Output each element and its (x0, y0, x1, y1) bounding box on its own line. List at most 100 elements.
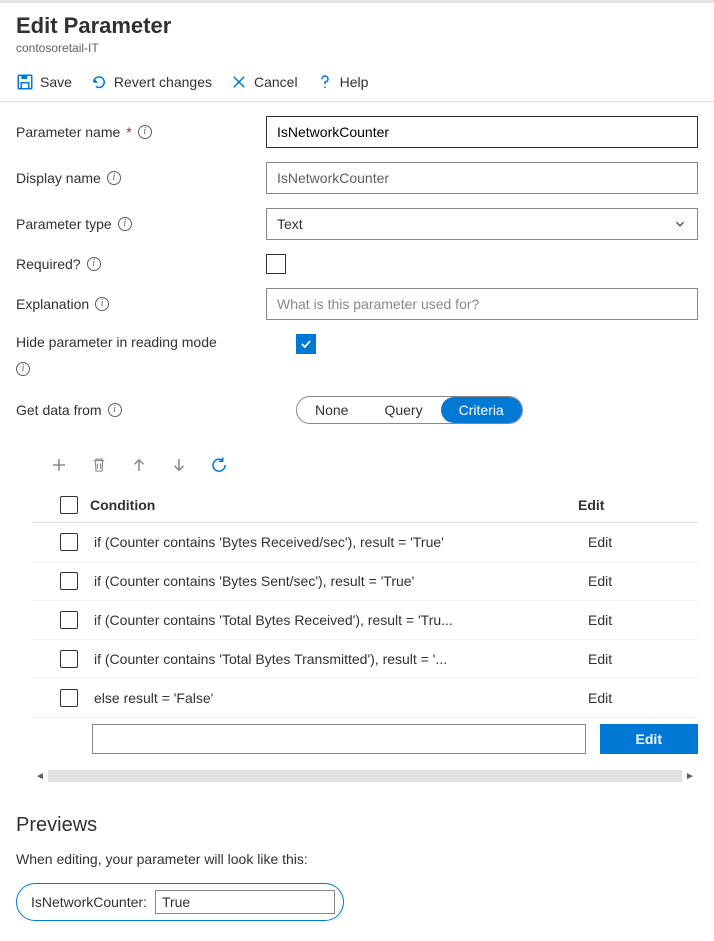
arrow-up-icon (130, 456, 148, 474)
form: Parameter name * i Display name i Parame… (0, 102, 714, 424)
param-name-input[interactable] (266, 116, 698, 148)
display-name-label-text: Display name (16, 170, 101, 186)
table-row: if (Counter contains 'Total Bytes Receiv… (32, 601, 698, 640)
row-checkbox[interactable] (60, 572, 78, 590)
info-icon[interactable]: i (107, 171, 121, 185)
edit-link[interactable]: Edit (588, 534, 612, 550)
info-icon[interactable]: i (118, 217, 132, 231)
condition-text: if (Counter contains 'Bytes Sent/sec'), … (94, 573, 578, 589)
save-label: Save (40, 74, 72, 90)
revert-icon (90, 73, 108, 91)
get-data-from-segmented: None Query Criteria (296, 396, 523, 424)
condition-text: if (Counter contains 'Total Bytes Transm… (94, 651, 578, 667)
info-icon[interactable]: i (108, 403, 122, 417)
explanation-label-text: Explanation (16, 296, 89, 312)
condition-text: if (Counter contains 'Total Bytes Receiv… (94, 612, 578, 628)
save-icon (16, 73, 34, 91)
table-row: if (Counter contains 'Bytes Received/sec… (32, 523, 698, 562)
preview-pill-value: True (162, 894, 190, 910)
table-row: if (Counter contains 'Total Bytes Transm… (32, 640, 698, 679)
edit-link[interactable]: Edit (588, 612, 612, 628)
condition-text: if (Counter contains 'Bytes Received/sec… (94, 534, 578, 550)
param-type-value: Text (277, 216, 303, 232)
get-data-from-label-text: Get data from (16, 402, 102, 418)
page-subtitle: contosoretail-IT (16, 41, 698, 55)
param-name-label: Parameter name * i (16, 124, 266, 140)
required-checkbox[interactable] (266, 254, 286, 274)
display-name-label: Display name i (16, 170, 266, 186)
edit-link[interactable]: Edit (588, 573, 612, 589)
hide-reading-checkbox[interactable] (296, 334, 316, 354)
page-header: Edit Parameter contosoretail-IT (0, 0, 714, 61)
close-icon (230, 73, 248, 91)
horizontal-scrollbar[interactable]: ◄ ► (32, 766, 698, 786)
preview-parameter-pill[interactable]: IsNetworkCounter: True (16, 883, 344, 921)
edit-header: Edit (578, 497, 698, 513)
delete-button[interactable] (90, 456, 108, 474)
row-checkbox[interactable] (60, 689, 78, 707)
scroll-right-icon[interactable]: ► (682, 771, 698, 782)
trash-icon (90, 456, 108, 474)
info-icon[interactable]: i (16, 362, 30, 376)
display-name-input[interactable] (266, 162, 698, 194)
param-type-label: Parameter type i (16, 216, 266, 232)
select-all-checkbox[interactable] (60, 496, 78, 514)
refresh-button[interactable] (210, 456, 228, 474)
criteria-table-header: Condition Edit (32, 488, 698, 523)
info-icon[interactable]: i (138, 125, 152, 139)
page-title: Edit Parameter (16, 13, 698, 39)
help-button[interactable]: Help (316, 73, 369, 91)
help-icon (316, 73, 334, 91)
edit-primary-button[interactable]: Edit (600, 724, 698, 754)
save-button[interactable]: Save (16, 73, 72, 91)
row-checkbox[interactable] (60, 533, 78, 551)
hide-reading-label-text: Hide parameter in reading mode (16, 334, 217, 350)
explanation-label: Explanation i (16, 296, 266, 312)
arrow-down-icon (170, 456, 188, 474)
revert-button[interactable]: Revert changes (90, 73, 212, 91)
add-button[interactable] (50, 456, 68, 474)
row-checkbox[interactable] (60, 650, 78, 668)
info-icon[interactable]: i (87, 257, 101, 271)
previews-section: Previews When editing, your parameter wi… (0, 786, 714, 941)
new-criteria-row: Edit (32, 718, 698, 760)
help-label: Help (340, 74, 369, 90)
condition-header: Condition (90, 497, 155, 513)
scroll-left-icon[interactable]: ◄ (32, 771, 48, 782)
move-up-button[interactable] (130, 456, 148, 474)
criteria-section: Condition Edit if (Counter contains 'Byt… (0, 438, 714, 786)
param-type-label-text: Parameter type (16, 216, 112, 232)
move-down-button[interactable] (170, 456, 188, 474)
plus-icon (50, 456, 68, 474)
segment-none[interactable]: None (297, 397, 366, 423)
preview-pill-input[interactable]: True (155, 890, 335, 914)
new-criteria-input[interactable] (92, 724, 586, 754)
preview-pill-label: IsNetworkCounter: (31, 894, 147, 910)
required-label-text: Required? (16, 256, 81, 272)
revert-label: Revert changes (114, 74, 212, 90)
check-icon (299, 337, 313, 351)
segment-criteria[interactable]: Criteria (441, 397, 522, 423)
required-asterisk: * (126, 124, 131, 140)
hide-reading-label: Hide parameter in reading mode i (16, 334, 296, 376)
explanation-input[interactable] (266, 288, 698, 320)
table-row: else result = 'False' Edit (32, 679, 698, 718)
row-checkbox[interactable] (60, 611, 78, 629)
segment-query[interactable]: Query (366, 397, 440, 423)
previews-title: Previews (16, 814, 698, 837)
param-type-select[interactable]: Text (266, 208, 698, 240)
cancel-button[interactable]: Cancel (230, 73, 298, 91)
param-name-label-text: Parameter name (16, 124, 120, 140)
edit-link[interactable]: Edit (588, 651, 612, 667)
table-row: if (Counter contains 'Bytes Sent/sec'), … (32, 562, 698, 601)
criteria-toolbar (32, 456, 698, 474)
cancel-label: Cancel (254, 74, 298, 90)
edit-link[interactable]: Edit (588, 690, 612, 706)
info-icon[interactable]: i (95, 297, 109, 311)
required-label: Required? i (16, 256, 266, 272)
condition-text: else result = 'False' (94, 690, 578, 706)
chevron-down-icon (673, 217, 687, 231)
get-data-from-label: Get data from i (16, 402, 296, 418)
previews-description: When editing, your parameter will look l… (16, 851, 698, 867)
scroll-track[interactable] (48, 770, 682, 782)
